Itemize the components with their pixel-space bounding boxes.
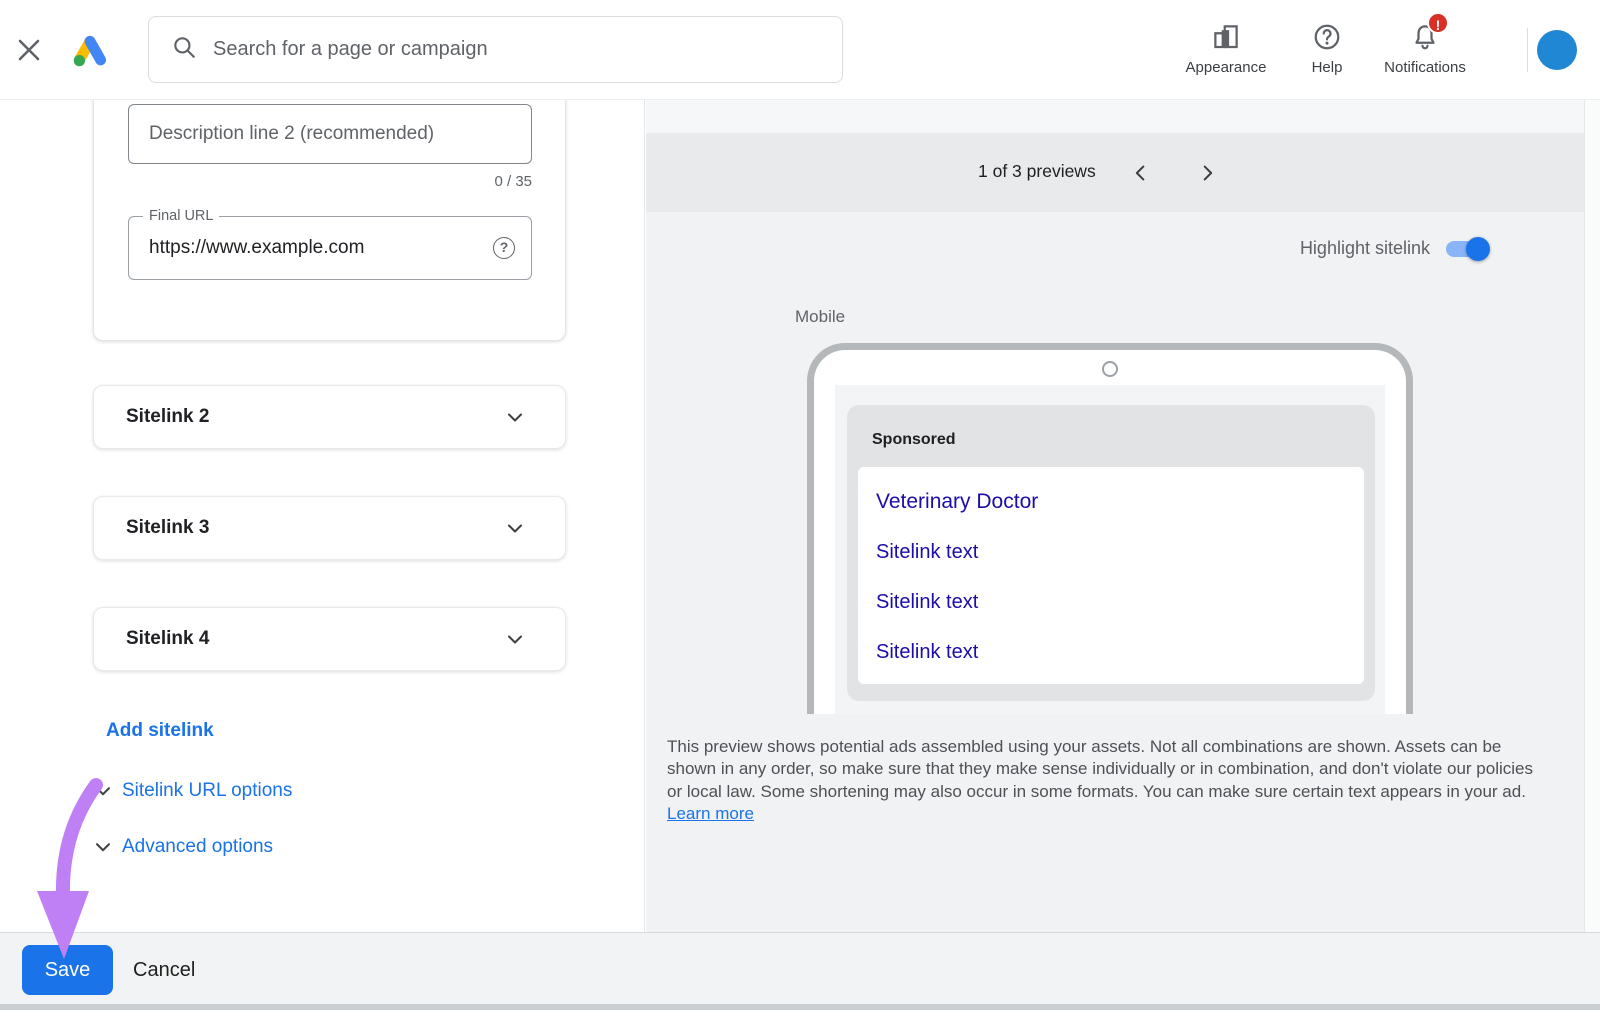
highlight-sitelink-toggle[interactable] (1446, 240, 1486, 258)
ad-headline-link[interactable]: Veterinary Doctor (876, 490, 1038, 514)
search-input[interactable] (213, 38, 842, 61)
close-icon[interactable] (12, 33, 46, 67)
phone-screen: Sponsored Veterinary Doctor Sitelink tex… (835, 385, 1385, 714)
chevron-down-icon (92, 780, 114, 802)
sitelink-form-panel: 0 / 35 Final URL ? Sitelink 2 Sitelink 3… (0, 100, 645, 932)
toggle-knob (1466, 237, 1490, 261)
sponsored-label: Sponsored (872, 431, 956, 449)
page-search (148, 16, 843, 83)
preview-top-strip (646, 100, 1584, 133)
chevron-down-icon (92, 836, 114, 858)
search-icon (171, 34, 197, 65)
sitelink-2-title: Sitelink 2 (126, 406, 503, 428)
cancel-button[interactable]: Cancel (133, 945, 195, 995)
learn-more-link[interactable]: Learn more (667, 804, 754, 823)
previous-preview-button[interactable] (1126, 158, 1156, 188)
sitelink-3-card[interactable]: Sitelink 3 (93, 496, 566, 560)
sponsored-ad-block: Sponsored Veterinary Doctor Sitelink tex… (847, 405, 1375, 701)
final-url-field-wrap: Final URL ? (128, 216, 532, 280)
preview-disclaimer: This preview shows potential ads assembl… (667, 736, 1543, 825)
ad-sitelink-link[interactable]: Sitelink text (876, 541, 978, 564)
google-ads-sitelink-editor: Appearance Help ! Notifications (0, 0, 1600, 1010)
preview-pager-text: 1 of 3 previews (978, 161, 1096, 182)
chevron-right-icon (1196, 162, 1218, 184)
chevron-left-icon (1130, 162, 1152, 184)
topbar-divider (1527, 28, 1528, 72)
scrollbar-gutter (1584, 100, 1600, 932)
chevron-down-icon (503, 405, 527, 429)
ad-sitelink-link[interactable]: Sitelink text (876, 591, 978, 614)
add-sitelink-link[interactable]: Add sitelink (106, 720, 214, 742)
disclaimer-text: This preview shows potential ads assembl… (667, 737, 1533, 801)
window-bottom-edge (0, 1004, 1600, 1010)
google-ads-logo-icon[interactable] (64, 24, 116, 76)
ad-preview-panel: 1 of 3 previews Highlight sitelink Mobil… (646, 100, 1584, 932)
device-label: Mobile (795, 307, 845, 327)
bell-icon: ! (1365, 20, 1485, 54)
description-line2-field-wrap (128, 104, 532, 164)
sitelink-3-title: Sitelink 3 (126, 517, 503, 539)
char-counter: 0 / 35 (128, 173, 532, 190)
phone-camera-icon (1102, 361, 1118, 377)
top-bar: Appearance Help ! Notifications (0, 0, 1600, 100)
highlight-sitelink-label: Highlight sitelink (1300, 238, 1430, 259)
final-url-input[interactable] (129, 217, 531, 279)
description-line2-input[interactable] (129, 105, 531, 163)
sitelink-url-options-toggle[interactable]: Sitelink URL options (92, 780, 292, 802)
notification-badge: ! (1427, 12, 1449, 34)
notifications-button[interactable]: ! Notifications (1365, 20, 1485, 76)
next-preview-button[interactable] (1192, 158, 1222, 188)
account-avatar[interactable] (1537, 30, 1577, 70)
chevron-down-icon (503, 516, 527, 540)
advanced-options-toggle[interactable]: Advanced options (92, 836, 273, 858)
mobile-phone-mockup: Sponsored Veterinary Doctor Sitelink tex… (807, 343, 1413, 714)
sitelink-url-options-label: Sitelink URL options (122, 780, 292, 802)
sitelink-1-card: 0 / 35 Final URL ? (93, 100, 566, 341)
preview-pager-bar: 1 of 3 previews (646, 133, 1584, 212)
final-url-help-icon[interactable]: ? (493, 237, 515, 259)
chevron-down-icon (503, 627, 527, 651)
ad-card: Veterinary Doctor Sitelink text Sitelink… (858, 467, 1364, 684)
notifications-label: Notifications (1365, 59, 1485, 76)
final-url-label: Final URL (143, 208, 219, 224)
footer-bar: Save Cancel (0, 932, 1600, 1010)
sitelink-2-card[interactable]: Sitelink 2 (93, 385, 566, 449)
save-button[interactable]: Save (22, 945, 113, 995)
ad-sitelink-link[interactable]: Sitelink text (876, 641, 978, 664)
sitelink-4-card[interactable]: Sitelink 4 (93, 607, 566, 671)
sitelink-4-title: Sitelink 4 (126, 628, 503, 650)
highlight-sitelink-row: Highlight sitelink (1300, 238, 1486, 259)
advanced-options-label: Advanced options (122, 836, 273, 858)
